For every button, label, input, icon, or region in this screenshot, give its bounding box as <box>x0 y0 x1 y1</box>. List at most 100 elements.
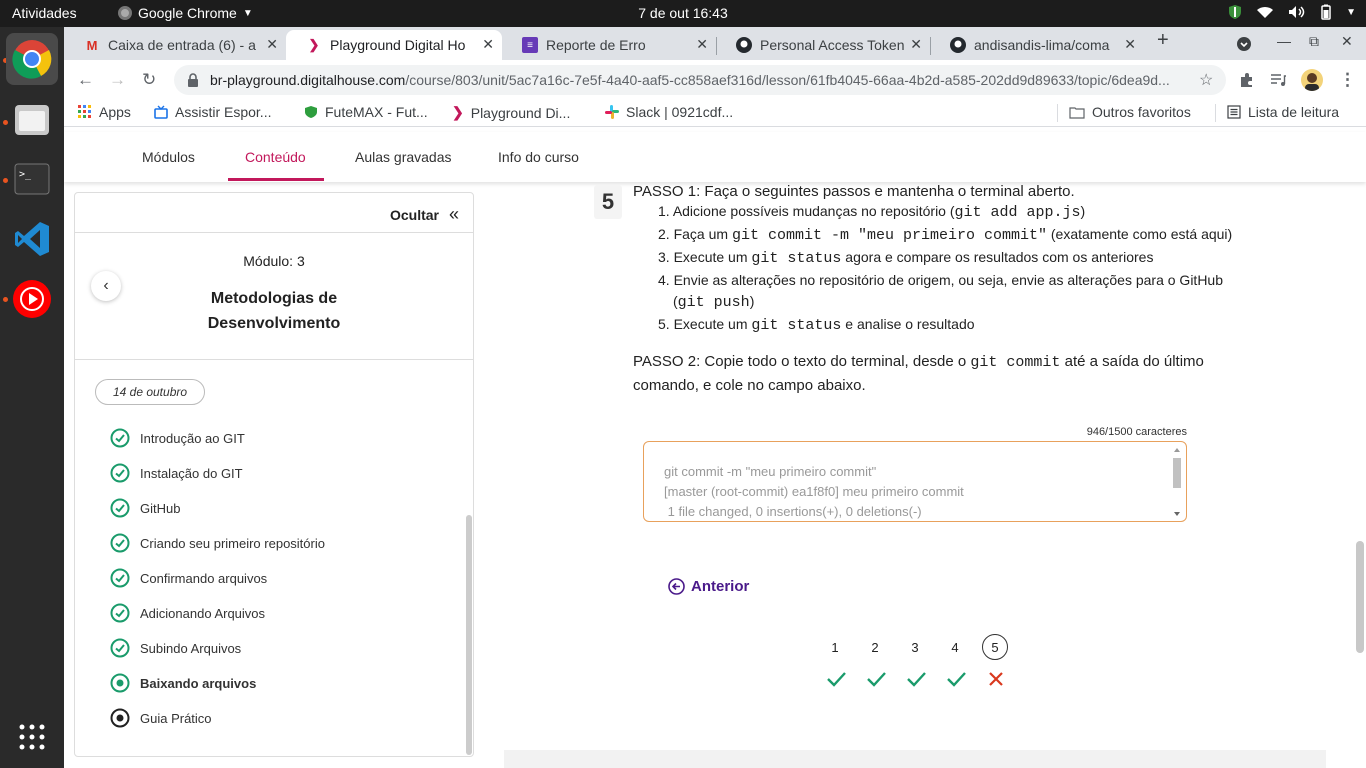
close-window-button[interactable]: ✕ <box>1341 33 1353 50</box>
reload-icon[interactable]: ↻ <box>142 70 156 90</box>
page-number-4[interactable]: 4 <box>942 634 968 660</box>
app-menu[interactable]: Google Chrome ▼ <box>118 5 253 21</box>
profile-avatar[interactable] <box>1301 69 1323 91</box>
tab-playground[interactable]: ❯ Playground Digital Ho ✕ <box>286 30 502 60</box>
bookmark-futemax[interactable]: FuteMAX - Fut... <box>304 104 428 120</box>
chevron-left-icon: ‹ <box>103 277 109 294</box>
show-applications-button[interactable] <box>12 717 52 757</box>
reading-list-button[interactable]: Lista de leitura <box>1227 104 1339 120</box>
page-scrollbar[interactable] <box>1356 541 1364 653</box>
nav-modulos[interactable]: Módulos <box>142 149 195 165</box>
hide-sidebar-button[interactable]: Ocultar « <box>390 204 459 225</box>
close-tab-icon[interactable]: ✕ <box>1124 36 1136 53</box>
lesson-item[interactable]: Confirmando arquivos <box>110 567 267 589</box>
bookmark-playground[interactable]: ❯ Playground Di... <box>452 104 570 121</box>
checkmark-icon <box>865 668 887 690</box>
chrome-icon <box>12 40 52 79</box>
step-text: Execute um <box>673 316 752 332</box>
bookmark-label: FuteMAX - Fut... <box>325 104 428 120</box>
previous-button[interactable]: Anterior <box>668 578 749 595</box>
bookmark-slack[interactable]: Slack | 0921cdf... <box>605 104 733 120</box>
activities-button[interactable]: Atividades <box>12 5 77 21</box>
system-top-bar: Atividades Google Chrome ▼ 7 de out 16:4… <box>0 0 1366 27</box>
bookmarks-divider <box>1057 104 1058 122</box>
bookmark-label: Assistir Espor... <box>175 104 272 120</box>
page-number-3[interactable]: 3 <box>902 634 928 660</box>
step-code: git commit -m "meu primeiro commit" <box>731 227 1047 244</box>
tab-strip: M Caixa de entrada (6) - a ✕ ❯ Playgroun… <box>64 27 1366 60</box>
restore-button[interactable]: ⧉ <box>1309 33 1319 50</box>
sidebar-scrollbar[interactable] <box>466 515 472 755</box>
step-index: 5. <box>658 316 670 332</box>
check-circle-icon <box>110 533 130 553</box>
answer-line: [master (root-commit) ea1f8f0] meu prime… <box>664 484 964 499</box>
minimize-button[interactable]: — <box>1277 33 1291 49</box>
running-indicator <box>3 120 8 125</box>
check-circle-icon <box>110 568 130 588</box>
step-item: 4. Envie as alterações no repositório de… <box>658 272 1223 288</box>
lesson-item[interactable]: Guia Prático <box>110 707 212 729</box>
tab-reporte[interactable]: ≡ Reporte de Erro ✕ <box>502 30 716 60</box>
tab-github-repo[interactable]: andisandis-lima/coma ✕ <box>930 30 1144 60</box>
lesson-item[interactable]: Baixando arquivos <box>110 672 256 694</box>
tab-search-icon[interactable] <box>1236 36 1252 52</box>
forward-arrow-icon[interactable]: → <box>109 70 126 90</box>
tab-title: andisandis-lima/coma <box>974 37 1110 53</box>
page-number-1[interactable]: 1 <box>822 634 848 660</box>
back-arrow-icon[interactable]: ← <box>77 70 94 90</box>
checkmark-icon <box>825 668 847 690</box>
nav-conteudo[interactable]: Conteúdo <box>245 149 306 165</box>
step-code: git status <box>751 250 842 267</box>
lesson-item[interactable]: Subindo Arquivos <box>110 637 241 659</box>
terminal-launcher[interactable]: >_ <box>12 159 52 199</box>
step-index: 1. <box>658 203 670 219</box>
previous-module-button[interactable]: ‹ <box>91 271 121 301</box>
lesson-item[interactable]: Instalação do GIT <box>110 462 243 484</box>
bookmark-label: Lista de leitura <box>1248 104 1340 120</box>
close-tab-icon[interactable]: ✕ <box>482 36 494 53</box>
chrome-launcher[interactable] <box>6 33 58 85</box>
more-menu-icon[interactable]: ⋮ <box>1339 70 1356 90</box>
chevron-down-icon: ▼ <box>242 7 253 19</box>
tab-title: Personal Access Token <box>760 37 905 53</box>
step-item: 2. Faça um git commit -m "meu primeiro c… <box>658 226 1232 244</box>
media-control-icon[interactable] <box>1270 72 1286 88</box>
divider <box>75 232 473 233</box>
bookmark-assistir[interactable]: Assistir Espor... <box>154 104 271 120</box>
textarea-scrollbar[interactable] <box>1172 446 1182 518</box>
gmail-icon: M <box>86 37 98 53</box>
bookmark-outros[interactable]: Outros favoritos <box>1069 104 1191 120</box>
youtube-music-launcher[interactable] <box>12 279 52 319</box>
lesson-item[interactable]: Criando seu primeiro repositório <box>110 532 325 554</box>
lesson-item[interactable]: Adicionando Arquivos <box>110 602 265 624</box>
tab-github-token[interactable]: Personal Access Token ✕ <box>716 30 930 60</box>
lesson-title: Confirmando arquivos <box>140 570 268 586</box>
running-indicator <box>3 297 8 302</box>
bookmark-star-icon[interactable]: ☆ <box>1199 70 1213 90</box>
battery-icon <box>1321 4 1331 20</box>
close-tab-icon[interactable]: ✕ <box>910 36 922 53</box>
close-tab-icon[interactable]: ✕ <box>266 36 278 53</box>
lesson-item[interactable]: Introdução ao GIT <box>110 427 245 449</box>
lesson-title: Subindo Arquivos <box>140 640 242 656</box>
vscode-launcher[interactable] <box>12 219 52 259</box>
new-tab-button[interactable]: + <box>1157 29 1169 52</box>
bookmark-apps[interactable]: Apps <box>78 104 131 120</box>
answer-textarea[interactable]: git commit -m "meu primeiro commit" [mas… <box>643 441 1187 522</box>
close-tab-icon[interactable]: ✕ <box>696 36 708 53</box>
address-bar[interactable]: br-playground.digitalhouse.com/course/80… <box>174 65 1226 95</box>
tab-gmail[interactable]: M Caixa de entrada (6) - a ✕ <box>64 30 286 60</box>
lesson-item[interactable]: GitHub <box>110 497 180 519</box>
files-launcher[interactable] <box>12 99 52 139</box>
page-number-2[interactable]: 2 <box>862 634 888 660</box>
extensions-icon[interactable] <box>1239 72 1255 88</box>
slack-icon <box>605 105 619 119</box>
page-number-5[interactable]: 5 <box>982 634 1008 660</box>
system-tray[interactable]: ▼ <box>1228 4 1356 20</box>
nav-aulas-gravadas[interactable]: Aulas gravadas <box>355 149 452 165</box>
nav-info-do-curso[interactable]: Info do curso <box>498 149 579 165</box>
shield-logo-icon <box>305 106 317 118</box>
step-index: 3. <box>658 249 670 265</box>
forms-icon: ≡ <box>522 37 538 53</box>
module-label: Módulo: 3 <box>243 253 305 269</box>
